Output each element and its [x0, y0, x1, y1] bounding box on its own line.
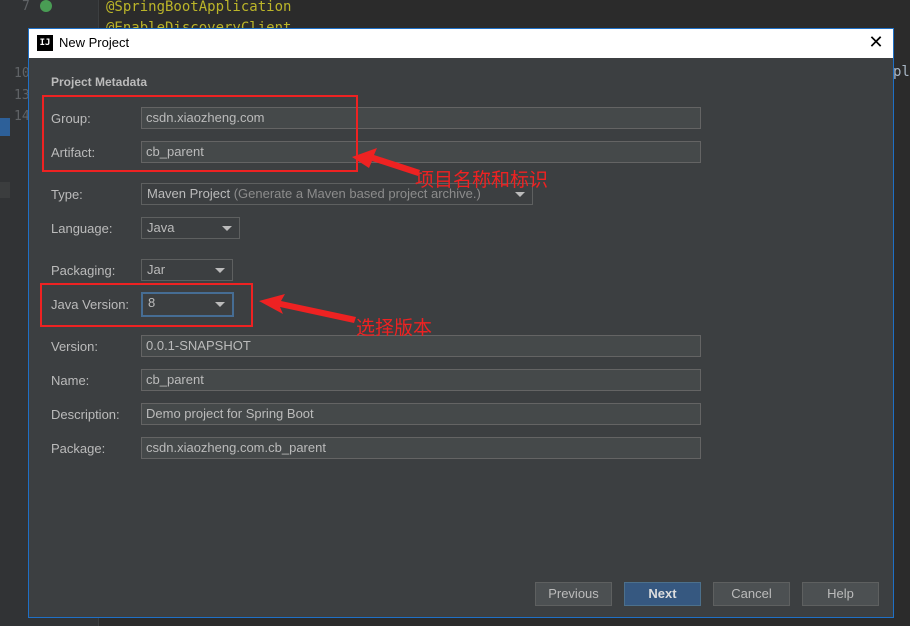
- annotation-project-name-note: 项目名称和标识: [415, 169, 549, 191]
- arrow-icon: [259, 294, 356, 323]
- annotation-version-note: 选择版本: [356, 317, 433, 339]
- annotation-arrows: [259, 148, 420, 323]
- arrow-icon: [352, 148, 420, 176]
